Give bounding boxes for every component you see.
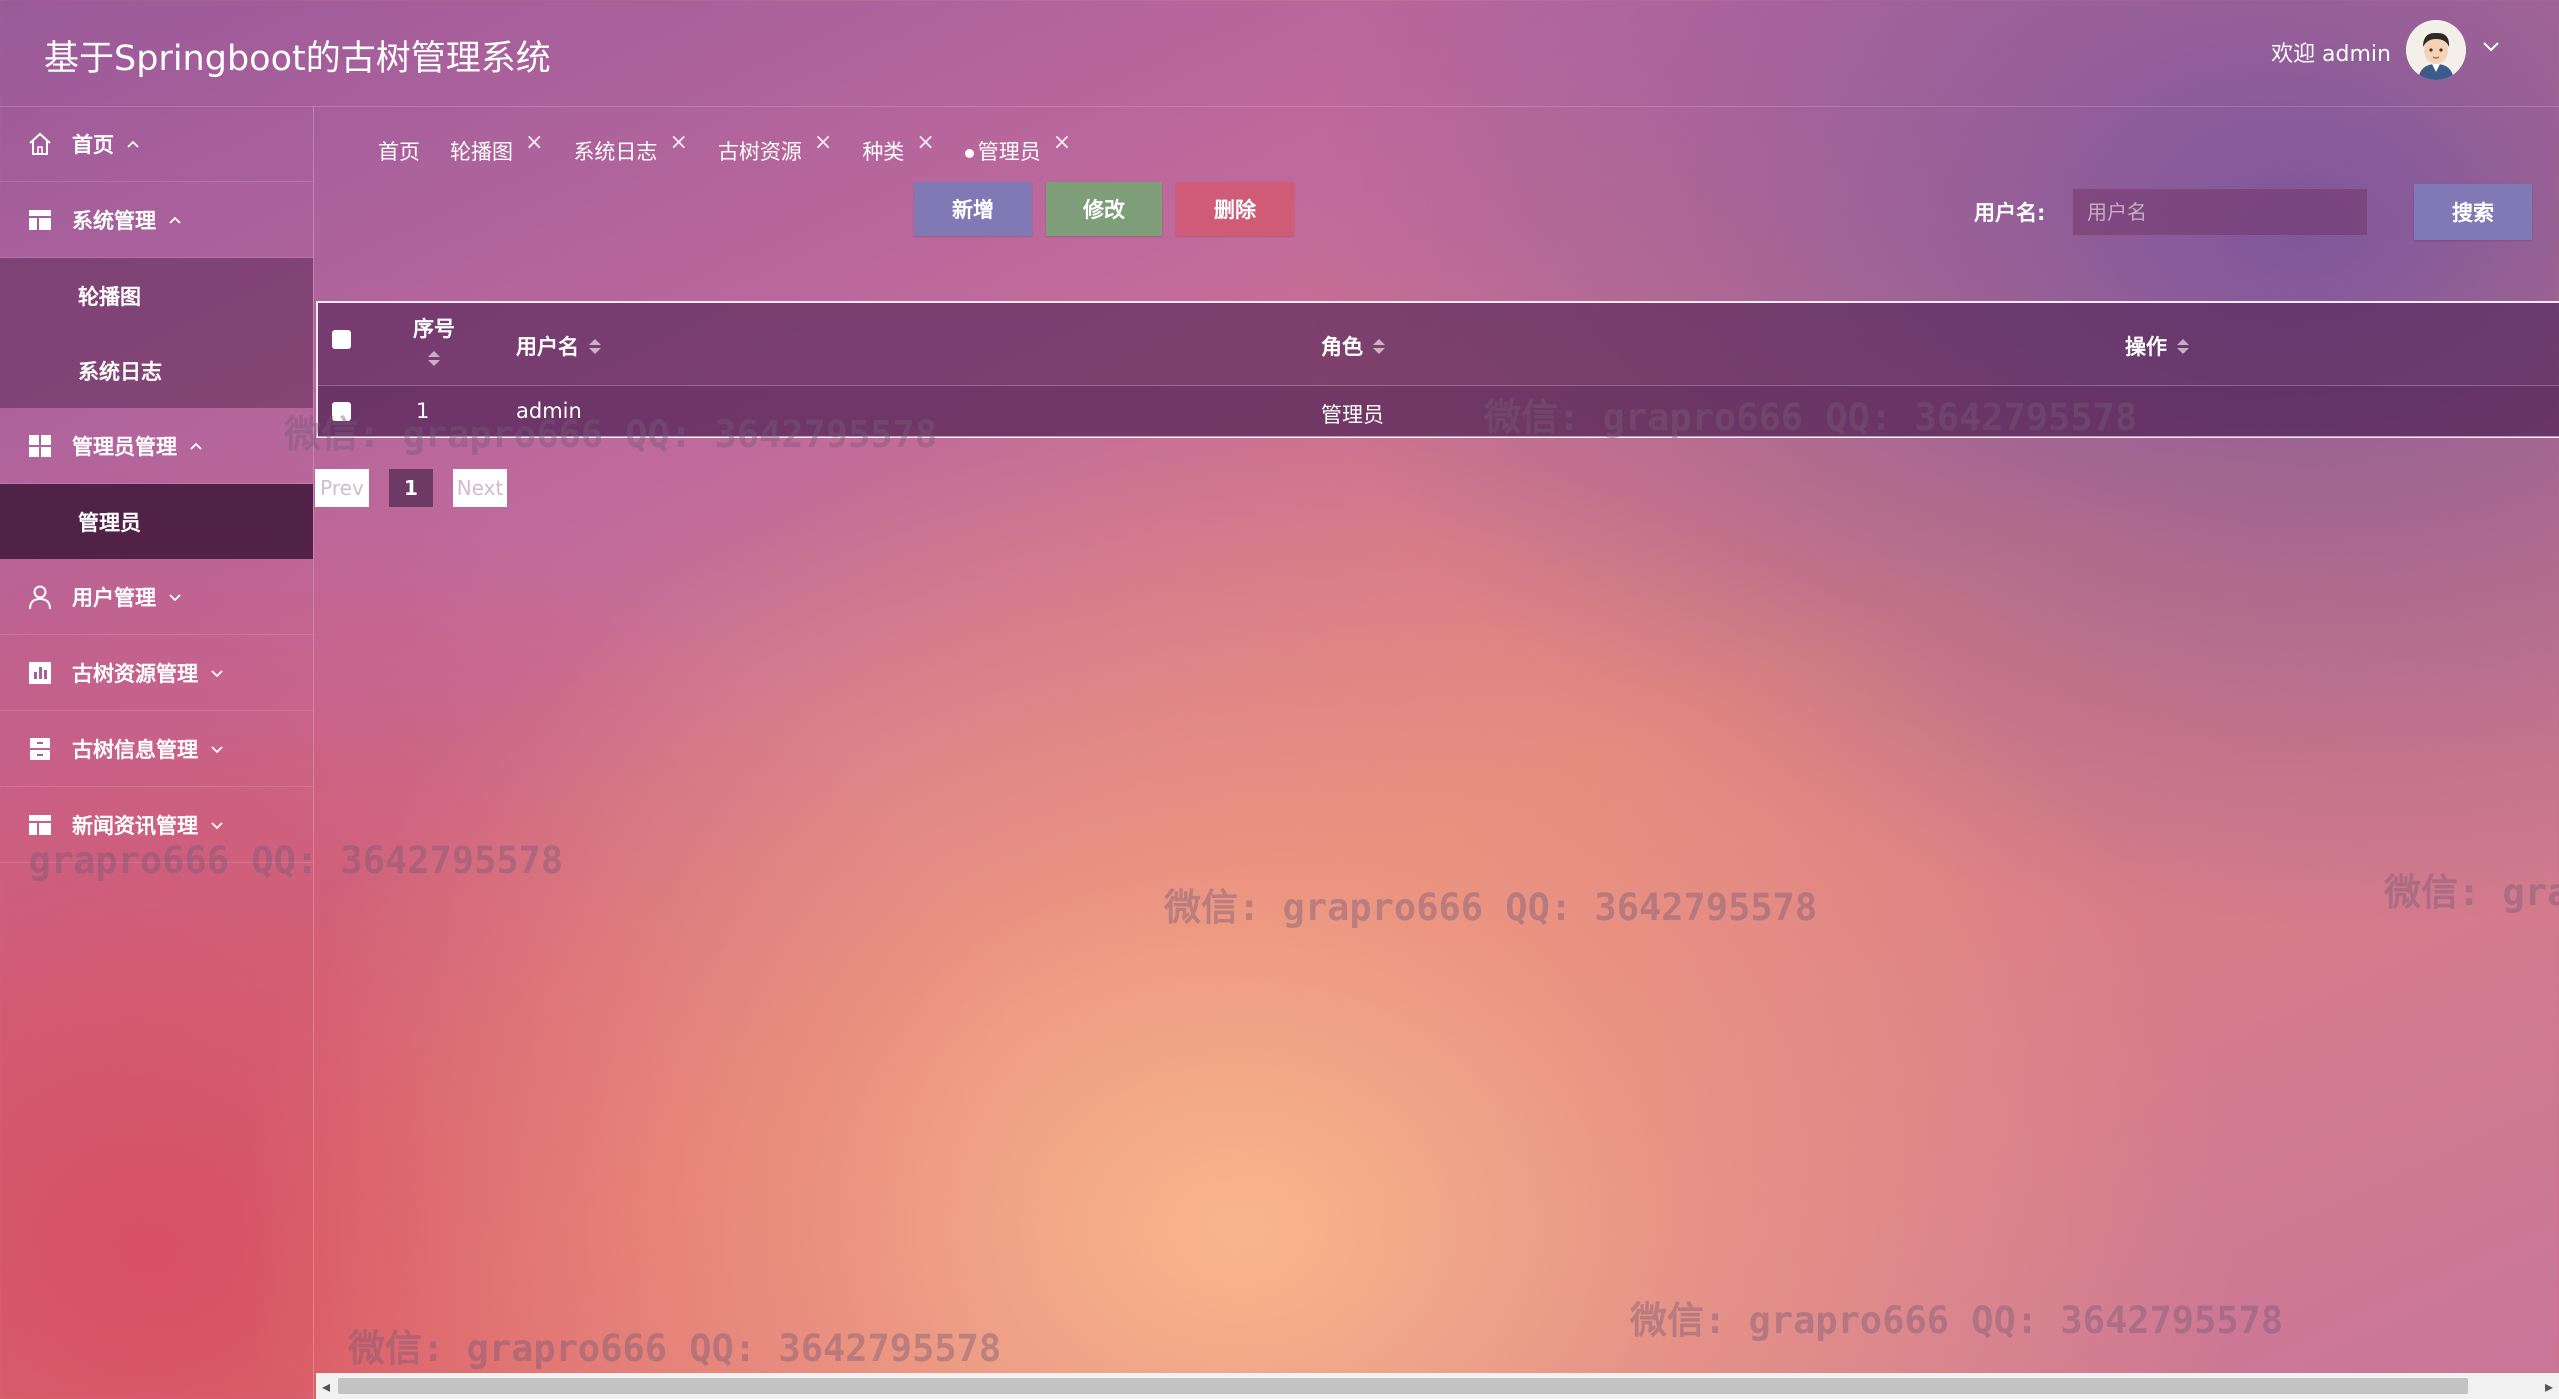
close-icon[interactable]: × bbox=[916, 130, 934, 155]
scroll-left-icon[interactable]: ◂ bbox=[322, 1377, 330, 1396]
sidebar-item-label: 首页 bbox=[72, 132, 114, 157]
app-title: 基于Springboot的古树管理系统 bbox=[44, 39, 551, 79]
chart-icon bbox=[26, 659, 54, 687]
watermark-text: 微信: grapro666 QQ: 3642795578 bbox=[348, 1327, 1002, 1370]
tab-label: 种类 bbox=[862, 140, 905, 164]
column-header-actions[interactable]: 操作 bbox=[2125, 331, 2189, 361]
tab-home[interactable]: 首页 bbox=[378, 136, 420, 166]
tab-carousel[interactable]: 轮播图 × bbox=[450, 130, 543, 166]
archive-icon bbox=[26, 735, 54, 763]
layout-icon bbox=[26, 206, 54, 234]
add-button[interactable]: 新增 bbox=[914, 182, 1032, 236]
sidebar-item-home[interactable]: 首页 bbox=[0, 106, 313, 182]
sort-icon bbox=[428, 351, 440, 366]
tab-admin[interactable]: 管理员 × bbox=[964, 130, 1071, 166]
chevron-down-icon bbox=[210, 744, 224, 754]
table-header: 序号 用户名 角色 操作 bbox=[318, 303, 2559, 386]
close-icon[interactable]: × bbox=[814, 130, 832, 155]
sidebar-item-label: 古树资源管理 bbox=[72, 661, 198, 686]
chevron-up-icon bbox=[168, 215, 182, 225]
sidebar-item-label: 用户管理 bbox=[72, 585, 156, 610]
scroll-right-icon[interactable]: ▸ bbox=[2545, 1377, 2553, 1396]
close-icon[interactable]: × bbox=[669, 130, 687, 155]
next-page-button[interactable]: Next bbox=[453, 469, 507, 507]
tab-system-log[interactable]: 系统日志 × bbox=[573, 130, 687, 166]
watermark-text: 微信: grapro666 QQ: 3642795578 bbox=[2384, 871, 2559, 914]
sort-icon bbox=[589, 338, 601, 354]
tab-label: 系统日志 bbox=[573, 140, 658, 164]
sidebar-item-label: 系统管理 bbox=[72, 208, 156, 233]
select-all-checkbox[interactable] bbox=[332, 330, 351, 349]
tab-bar: 首页 轮播图 × 系统日志 × 古树资源 × 种类 × 管理员 × bbox=[378, 130, 1101, 169]
welcome-text: 欢迎 admin bbox=[2271, 42, 2391, 67]
delete-button[interactable]: 删除 bbox=[1176, 182, 1294, 236]
tab-species[interactable]: 种类 × bbox=[862, 130, 934, 166]
chevron-up-icon bbox=[126, 139, 140, 149]
submenu-system: 轮播图 系统日志 bbox=[0, 258, 313, 408]
sidebar: 首页 系统管理 轮播图 系统日志 管理员管理 管理员 用户管理 古树资源管理 古… bbox=[0, 106, 314, 1399]
pagination: Prev 1 Next bbox=[315, 469, 507, 507]
tab-label: 古树资源 bbox=[717, 140, 802, 164]
page-number-button[interactable]: 1 bbox=[389, 469, 433, 507]
sidebar-item-carousel[interactable]: 轮播图 bbox=[0, 258, 313, 333]
watermark-text: 微信: grapro666 QQ: 3642795578 bbox=[0, 839, 564, 882]
chevron-down-icon bbox=[168, 592, 182, 602]
column-header-username[interactable]: 用户名 bbox=[516, 331, 601, 361]
grid-icon bbox=[26, 432, 54, 460]
edit-button[interactable]: 修改 bbox=[1046, 182, 1162, 236]
sidebar-item-user-management[interactable]: 用户管理 bbox=[0, 559, 313, 635]
submenu-admin: 管理员 bbox=[0, 484, 313, 559]
prev-page-button[interactable]: Prev bbox=[315, 469, 369, 507]
watermark-text: 微信: grapro666 QQ: 3642795578 bbox=[284, 413, 938, 456]
chevron-down-icon[interactable] bbox=[2482, 38, 2500, 57]
sidebar-item-label: 管理员管理 bbox=[72, 434, 177, 459]
search-button[interactable]: 搜索 bbox=[2414, 184, 2532, 240]
close-icon[interactable]: × bbox=[1053, 130, 1071, 155]
close-icon[interactable]: × bbox=[525, 130, 543, 155]
tab-label: 轮播图 bbox=[450, 140, 513, 164]
tab-label: 首页 bbox=[378, 140, 420, 164]
chevron-down-icon bbox=[210, 820, 224, 830]
sort-icon bbox=[1373, 338, 1385, 354]
column-header-role[interactable]: 角色 bbox=[1321, 331, 1385, 361]
watermark-text: 微信: grapro666 QQ: 3642795578 bbox=[1630, 1299, 2284, 1342]
scrollbar-thumb[interactable] bbox=[338, 1378, 2468, 1394]
search-label: 用户名: bbox=[1974, 201, 2046, 225]
top-header: 基于Springboot的古树管理系统 欢迎 admin bbox=[0, 0, 2559, 107]
horizontal-scrollbar[interactable]: ◂ ▸ bbox=[316, 1373, 2559, 1399]
sidebar-item-label: 古树信息管理 bbox=[72, 737, 198, 762]
chevron-down-icon bbox=[210, 668, 224, 678]
column-header-index[interactable]: 序号 bbox=[413, 313, 455, 366]
chevron-up-icon bbox=[189, 441, 203, 451]
sort-icon bbox=[2177, 338, 2189, 354]
watermark-text: 微信: grapro666 QQ: 3642795578 bbox=[1484, 396, 2138, 439]
user-icon bbox=[26, 583, 54, 611]
sidebar-item-admin-management[interactable]: 管理员管理 bbox=[0, 408, 313, 484]
home-icon bbox=[26, 130, 54, 158]
sidebar-item-system-log[interactable]: 系统日志 bbox=[0, 333, 313, 408]
cell-role: 管理员 bbox=[1321, 403, 1384, 427]
tab-tree-resource[interactable]: 古树资源 × bbox=[717, 130, 832, 166]
tab-label: 管理员 bbox=[977, 140, 1041, 164]
sidebar-item-tree-resource[interactable]: 古树资源管理 bbox=[0, 635, 313, 711]
watermark-text: 微信: grapro666 QQ: 3642795578 bbox=[1164, 886, 1818, 929]
sidebar-item-tree-info[interactable]: 古树信息管理 bbox=[0, 711, 313, 787]
sidebar-item-system[interactable]: 系统管理 bbox=[0, 182, 313, 258]
username-search-input[interactable] bbox=[2072, 188, 2368, 236]
user-avatar-icon[interactable] bbox=[2406, 20, 2466, 80]
sidebar-item-admin[interactable]: 管理员 bbox=[0, 484, 313, 559]
active-dot-icon bbox=[964, 149, 974, 158]
